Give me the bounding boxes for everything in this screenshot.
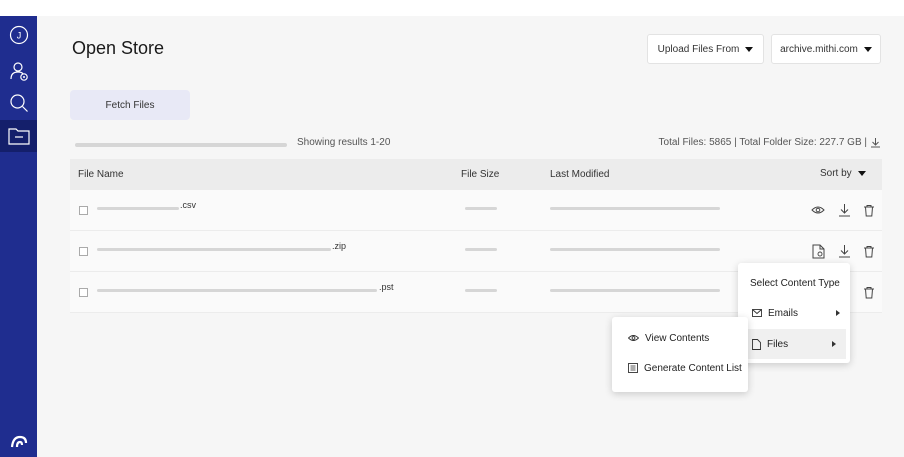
sort-by-label: Sort by xyxy=(820,168,852,179)
user-settings-button[interactable] xyxy=(0,56,37,86)
content-type-menu: Select Content Type Emails Files xyxy=(738,263,850,363)
download-all-icon[interactable] xyxy=(870,137,881,148)
trash-icon xyxy=(864,204,874,216)
file-icon xyxy=(752,338,761,350)
fetch-files-button[interactable]: Fetch Files xyxy=(70,90,190,120)
chevron-right-icon xyxy=(832,341,836,347)
download-icon xyxy=(838,245,850,258)
user-settings-icon xyxy=(9,62,28,81)
file-size-placeholder xyxy=(465,207,497,210)
content-type-menu-title: Select Content Type xyxy=(750,277,840,289)
main-content: Open Store Upload Files From archive.mit… xyxy=(37,16,904,457)
eye-icon xyxy=(628,335,639,341)
caret-down-icon xyxy=(857,171,866,176)
logo xyxy=(0,430,37,454)
row-checkbox[interactable] xyxy=(79,288,88,297)
menu-item-emails-label: Emails xyxy=(768,307,799,319)
column-last-modified: Last Modified xyxy=(550,169,610,180)
server-dropdown[interactable]: archive.mithi.com xyxy=(771,34,881,64)
file-extension: .pst xyxy=(379,282,394,292)
delete-button[interactable] xyxy=(861,284,877,300)
view-contents-label: View Contents xyxy=(645,332,710,344)
file-extension: .zip xyxy=(332,241,347,251)
file-settings-icon xyxy=(812,244,824,258)
file-size-placeholder xyxy=(465,248,497,251)
download-button[interactable] xyxy=(836,202,852,218)
avatar-button[interactable]: J xyxy=(0,20,37,50)
view-button[interactable] xyxy=(810,202,826,218)
server-label: archive.mithi.com xyxy=(780,43,858,55)
sort-by-dropdown[interactable]: Sort by xyxy=(820,168,866,179)
files-submenu: View Contents Generate Content List xyxy=(612,317,748,392)
results-count: Showing results 1-20 xyxy=(297,137,391,148)
chevron-right-icon xyxy=(836,310,840,316)
last-modified-placeholder xyxy=(550,207,720,210)
totals-summary: Total Files: 5865 | Total Folder Size: 2… xyxy=(659,137,881,148)
table-row[interactable]: .csv xyxy=(70,190,882,231)
list-icon xyxy=(628,363,638,373)
menu-item-emails[interactable]: Emails xyxy=(738,303,850,323)
mail-icon xyxy=(752,309,762,317)
download-button[interactable] xyxy=(836,243,852,259)
svg-text:J: J xyxy=(16,31,21,41)
table-header: File Name File Size Last Modified Sort b… xyxy=(70,159,882,190)
file-name-placeholder xyxy=(97,207,179,210)
sidebar: J xyxy=(0,16,37,457)
open-store-nav[interactable] xyxy=(0,120,37,152)
avatar-icon: J xyxy=(9,25,28,45)
upload-files-from-dropdown[interactable]: Upload Files From xyxy=(647,34,764,64)
generate-content-list-item[interactable]: Generate Content List xyxy=(612,359,748,377)
last-modified-placeholder xyxy=(550,289,720,292)
content-options-button[interactable] xyxy=(810,243,826,259)
upload-files-from-label: Upload Files From xyxy=(657,43,740,55)
file-size-placeholder xyxy=(465,289,497,292)
menu-item-files[interactable]: Files xyxy=(738,329,846,359)
totals-text: Total Files: 5865 | Total Folder Size: 2… xyxy=(658,137,867,148)
caret-down-icon xyxy=(863,46,872,52)
folder-icon xyxy=(7,128,30,145)
trash-icon xyxy=(864,286,874,298)
search-icon xyxy=(9,94,28,112)
delete-button[interactable] xyxy=(861,243,877,259)
menu-item-files-label: Files xyxy=(767,338,789,350)
column-file-name: File Name xyxy=(78,169,124,180)
last-modified-placeholder xyxy=(550,248,720,251)
file-name-placeholder xyxy=(97,289,377,292)
download-icon xyxy=(838,204,850,217)
trash-icon xyxy=(864,245,874,257)
file-extension: .csv xyxy=(180,200,197,210)
page-title: Open Store xyxy=(72,38,165,58)
eye-icon xyxy=(811,206,825,214)
view-contents-item[interactable]: View Contents xyxy=(612,329,748,347)
file-name-placeholder xyxy=(97,248,331,251)
row-checkbox[interactable] xyxy=(79,247,88,256)
delete-button[interactable] xyxy=(861,202,877,218)
caret-down-icon xyxy=(745,46,754,52)
search-button[interactable] xyxy=(0,88,37,118)
generate-content-list-label: Generate Content List xyxy=(644,362,742,374)
path-placeholder xyxy=(75,143,287,147)
row-checkbox[interactable] xyxy=(79,206,88,215)
column-file-size: File Size xyxy=(461,169,500,180)
logo-icon xyxy=(10,435,27,448)
